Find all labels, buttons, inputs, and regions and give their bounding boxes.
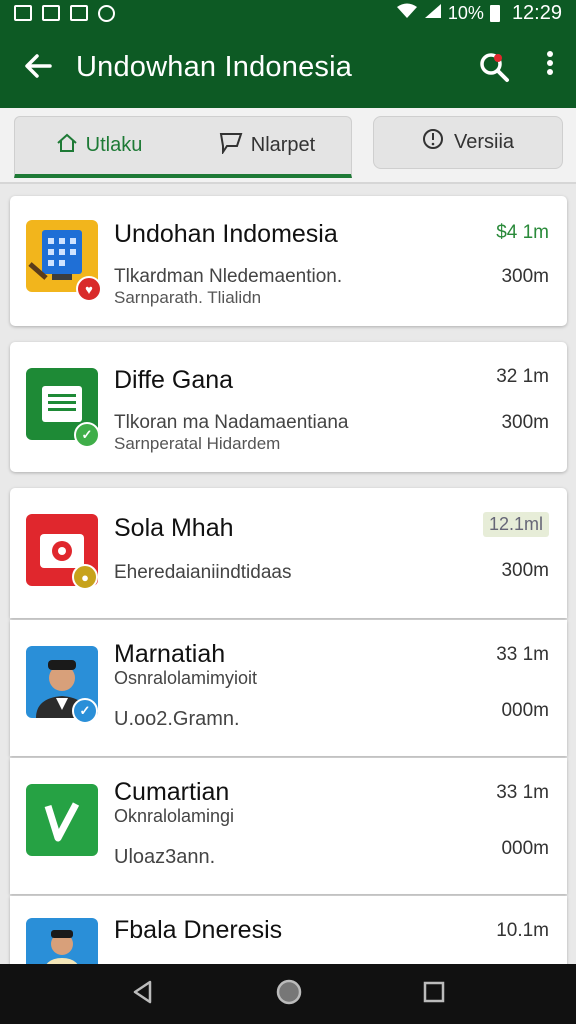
item-price: 10.1m bbox=[496, 920, 549, 941]
clock: 12:29 bbox=[511, 1, 562, 24]
check-badge-icon: ✓ bbox=[74, 422, 100, 448]
tab-label: Utlaku bbox=[85, 134, 143, 156]
list-item[interactable]: ✓ Marnatiah Osnralolamimyioit U.oo2.Gram… bbox=[10, 620, 567, 756]
tab-label: Nlarpet bbox=[250, 134, 316, 156]
item-price: $4 1m bbox=[496, 222, 549, 243]
page-title: Undowhan Indonesia bbox=[76, 50, 353, 83]
item-description: Oknralolamingi bbox=[114, 806, 235, 826]
list-item[interactable]: ♥ Undohan Indomesia Tlkardman Nledemaent… bbox=[10, 196, 567, 326]
item-description: Tlkardman Nledemaention. bbox=[114, 266, 343, 287]
item-name: Sola Mhah bbox=[114, 514, 234, 542]
search-icon[interactable] bbox=[464, 37, 524, 97]
item-name: Fbala Dneresis bbox=[114, 916, 283, 944]
back-arrow-icon[interactable] bbox=[0, 26, 76, 108]
item-price: 12.1ml bbox=[482, 512, 549, 537]
tab-bar: Utlaku Nlarpet Versiia bbox=[0, 108, 576, 184]
home-icon bbox=[56, 133, 78, 159]
tab-group: Utlaku Nlarpet bbox=[14, 116, 352, 178]
recents-nav-icon[interactable] bbox=[422, 980, 446, 1009]
item-description: Osnralolamimyioit bbox=[114, 668, 258, 688]
vine-app-icon bbox=[26, 784, 98, 856]
item-subtitle: Uloaz3ann. bbox=[114, 846, 216, 868]
tab-nlarpet[interactable]: Nlarpet bbox=[183, 117, 351, 174]
back-nav-icon[interactable] bbox=[130, 979, 156, 1010]
heart-badge-icon: ♥ bbox=[76, 276, 102, 302]
whatsapp-icon bbox=[98, 4, 115, 22]
pin-icon bbox=[422, 128, 444, 158]
tab-label: Versiia bbox=[453, 131, 515, 153]
item-price: 32 1m bbox=[496, 366, 549, 387]
item-subtitle: Sarnparath. Tlialidn bbox=[114, 288, 262, 307]
wifi-icon bbox=[396, 3, 418, 24]
status-bar: 10% 12:29 bbox=[0, 0, 576, 26]
list-item[interactable]: ✓ Diffe Gana Tlkoran ma Nadamaentiana Sa… bbox=[10, 342, 567, 472]
item-subtitle: U.oo2.Gramn. bbox=[114, 708, 240, 730]
item-name: Diffe Gana bbox=[114, 366, 234, 394]
item-size: 300m bbox=[501, 412, 549, 433]
list-item[interactable]: ● Sola Mhah Eheredaianiindtidaas 12.1ml … bbox=[10, 488, 567, 618]
item-size: 000m bbox=[501, 700, 549, 721]
list-item[interactable]: Cumartian Oknralolamingi Uloaz3ann. 33 1… bbox=[10, 758, 567, 894]
item-name: Marnatiah bbox=[114, 640, 226, 668]
item-price: 33 1m bbox=[496, 644, 549, 665]
item-subtitle: Sarnperatal Hidardem bbox=[114, 434, 281, 453]
chat-icon bbox=[219, 132, 243, 160]
tab-utlaku[interactable]: Utlaku bbox=[15, 117, 183, 174]
app-bar: Undowhan Indonesia bbox=[0, 26, 576, 108]
gallery-icon bbox=[14, 5, 32, 21]
home-nav-icon[interactable] bbox=[275, 978, 303, 1011]
verified-badge-icon: ✓ bbox=[72, 698, 98, 724]
tab-versiia[interactable]: Versiia bbox=[373, 116, 563, 169]
photo-icon bbox=[70, 5, 88, 21]
signal-icon bbox=[424, 3, 442, 24]
item-description: Eheredaianiindtidaas bbox=[114, 562, 292, 583]
image-icon bbox=[42, 5, 60, 21]
coin-badge-icon: ● bbox=[72, 564, 98, 590]
item-name: Undohan Indomesia bbox=[114, 220, 338, 248]
item-price: 33 1m bbox=[496, 782, 549, 803]
item-description: Tlkoran ma Nadamaentiana bbox=[114, 412, 349, 433]
battery-percent: 10% bbox=[447, 2, 484, 23]
item-size: 300m bbox=[501, 266, 549, 287]
more-options-icon[interactable] bbox=[524, 26, 576, 108]
item-name: Cumartian bbox=[114, 778, 230, 806]
system-nav-bar bbox=[0, 964, 576, 1024]
item-size: 300m bbox=[501, 560, 549, 581]
item-size: 000m bbox=[501, 838, 549, 859]
battery-icon bbox=[489, 4, 500, 22]
